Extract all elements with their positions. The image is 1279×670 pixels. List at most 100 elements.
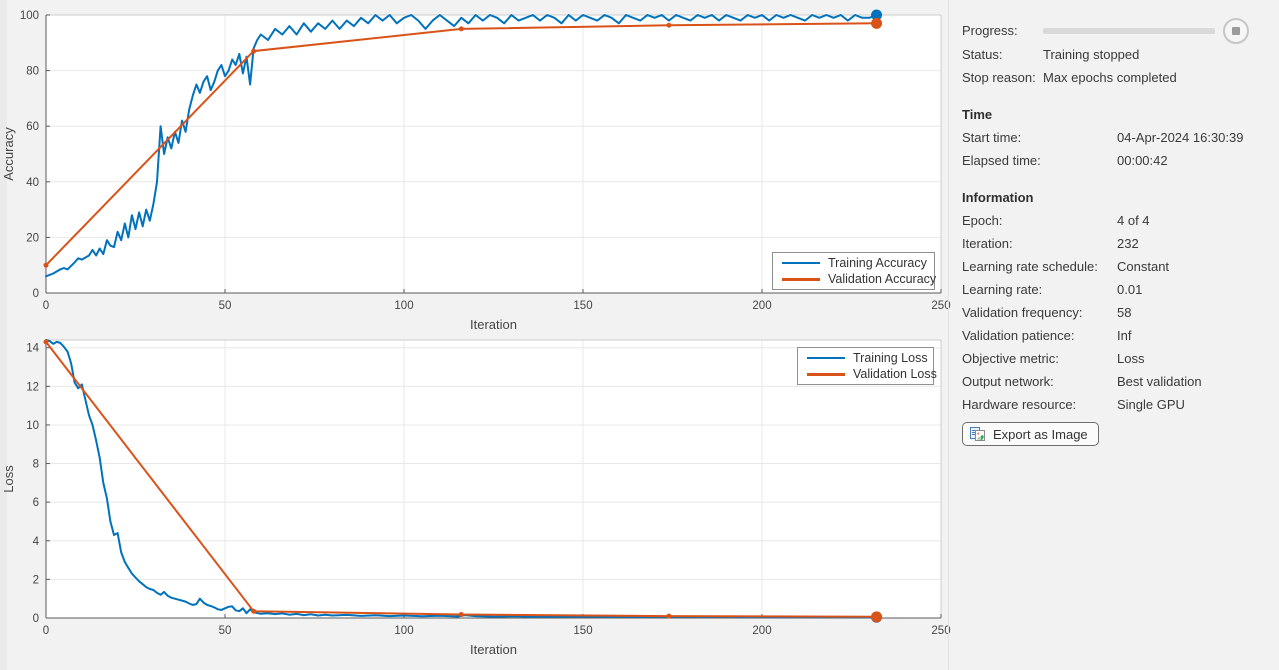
info-value: 04-Apr-2024 16:30:39 (1117, 130, 1243, 145)
info-row: Hardware resource:Single GPU (962, 393, 1268, 416)
info-row: Learning rate schedule:Constant (962, 255, 1268, 278)
legend-entry: Training Accuracy (782, 255, 928, 271)
stop-button[interactable] (1223, 18, 1249, 44)
info-value: Best validation (1117, 374, 1202, 389)
validation-marker (666, 614, 671, 619)
info-row: Epoch:4 of 4 (962, 209, 1268, 232)
x-tick-label: 0 (43, 300, 49, 312)
training-accuracy-line-sample (782, 262, 820, 265)
x-tick-label: 150 (573, 300, 592, 312)
training-loss-line-sample (807, 357, 845, 360)
info-label: Learning rate: (962, 282, 1117, 297)
x-tick-label: 0 (43, 625, 49, 637)
training-plots: 050100150200250020406080100IterationAccu… (0, 0, 960, 670)
legend-entry: Validation Accuracy (782, 272, 928, 288)
validation-marker (44, 263, 49, 268)
validation-marker (666, 23, 671, 28)
export-image-icon (969, 426, 986, 442)
info-value: 58 (1117, 305, 1131, 320)
info-label: Validation patience: (962, 328, 1117, 343)
export-as-image-button[interactable]: Export as Image (962, 422, 1099, 446)
info-label: Start time: (962, 130, 1117, 145)
legend-label: Validation Accuracy (828, 272, 936, 286)
y-tick-label: 2 (33, 574, 39, 586)
y-axis-label: Accuracy (1, 127, 16, 181)
validation-marker (459, 26, 464, 31)
stop-icon (1232, 27, 1240, 35)
y-tick-label: 80 (26, 66, 39, 78)
info-value: 232 (1117, 236, 1139, 251)
y-tick-label: 0 (33, 288, 39, 300)
info-label: Elapsed time: (962, 153, 1117, 168)
validation-accuracy-line-sample (782, 278, 820, 281)
info-row: Elapsed time:00:00:42 (962, 149, 1268, 172)
section-header: Information (962, 186, 1268, 209)
info-value: Inf (1117, 328, 1131, 343)
info-label: Objective metric: (962, 351, 1117, 366)
x-tick-label: 150 (573, 625, 592, 637)
legend-entry: Validation Loss (807, 367, 927, 383)
info-value: 4 of 4 (1117, 213, 1150, 228)
y-tick-label: 12 (26, 381, 39, 393)
panel-rows: Status:Training stoppedStop reason:Max e… (962, 43, 1268, 416)
legend-label: Training Accuracy (828, 256, 927, 270)
info-label: Hardware resource: (962, 397, 1117, 412)
y-tick-label: 40 (26, 177, 39, 189)
info-row: Validation frequency:58 (962, 301, 1268, 324)
info-value: Training stopped (1043, 47, 1139, 62)
info-row: Stop reason:Max epochs completed (962, 66, 1268, 89)
loss-chart: 05010015020025002468101214IterationLoss (0, 335, 960, 670)
y-tick-label: 60 (26, 121, 39, 133)
validation-marker (459, 612, 464, 617)
legend-label: Validation Loss (853, 367, 937, 381)
y-tick-label: 20 (26, 232, 39, 244)
section-header: Time (962, 103, 1268, 126)
info-value: Loss (1117, 351, 1144, 366)
info-value: Constant (1117, 259, 1169, 274)
legend-entry: Training Loss (807, 350, 927, 366)
info-row: Start time:04-Apr-2024 16:30:39 (962, 126, 1268, 149)
info-row: Learning rate:0.01 (962, 278, 1268, 301)
x-tick-label: 200 (752, 300, 771, 312)
x-axis-label: Iteration (470, 642, 517, 657)
y-tick-label: 100 (20, 10, 39, 22)
info-label: Stop reason: (962, 70, 1043, 85)
loss-legend: Training Loss Validation Loss (797, 347, 934, 385)
info-value: Max epochs completed (1043, 70, 1177, 85)
validation-marker (251, 609, 256, 614)
info-label: Validation frequency: (962, 305, 1117, 320)
accuracy-legend: Training Accuracy Validation Accuracy (772, 252, 935, 290)
info-label: Output network: (962, 374, 1117, 389)
legend-label: Training Loss (853, 351, 928, 365)
x-tick-label: 100 (394, 300, 413, 312)
x-tick-label: 50 (219, 625, 232, 637)
y-tick-label: 14 (26, 343, 39, 355)
training-info-panel: Progress: Status:Training stoppedStop re… (962, 18, 1268, 446)
export-button-label: Export as Image (993, 427, 1088, 442)
validation-marker (251, 49, 256, 54)
final-point-dot (871, 18, 882, 29)
x-axis-label: Iteration (470, 317, 517, 332)
info-label: Status: (962, 47, 1043, 62)
y-tick-label: 4 (33, 536, 40, 548)
y-axis-label: Loss (1, 465, 16, 493)
info-row: Objective metric:Loss (962, 347, 1268, 370)
validation-loss-line-sample (807, 373, 845, 376)
info-row: Validation patience:Inf (962, 324, 1268, 347)
panel-separator (948, 0, 949, 670)
y-tick-label: 6 (33, 497, 39, 509)
validation-marker (44, 339, 49, 344)
y-tick-label: 8 (33, 459, 39, 471)
final-point-dot (871, 611, 882, 622)
info-value: Single GPU (1117, 397, 1185, 412)
y-tick-label: 0 (33, 613, 39, 625)
info-label: Iteration: (962, 236, 1117, 251)
progress-row: Progress: (962, 18, 1268, 43)
info-value: 0.01 (1117, 282, 1142, 297)
x-tick-label: 200 (752, 625, 771, 637)
info-label: Learning rate schedule: (962, 259, 1117, 274)
progress-label: Progress: (962, 23, 1043, 38)
info-row: Status:Training stopped (962, 43, 1268, 66)
info-row: Iteration:232 (962, 232, 1268, 255)
progress-bar (1043, 28, 1215, 34)
